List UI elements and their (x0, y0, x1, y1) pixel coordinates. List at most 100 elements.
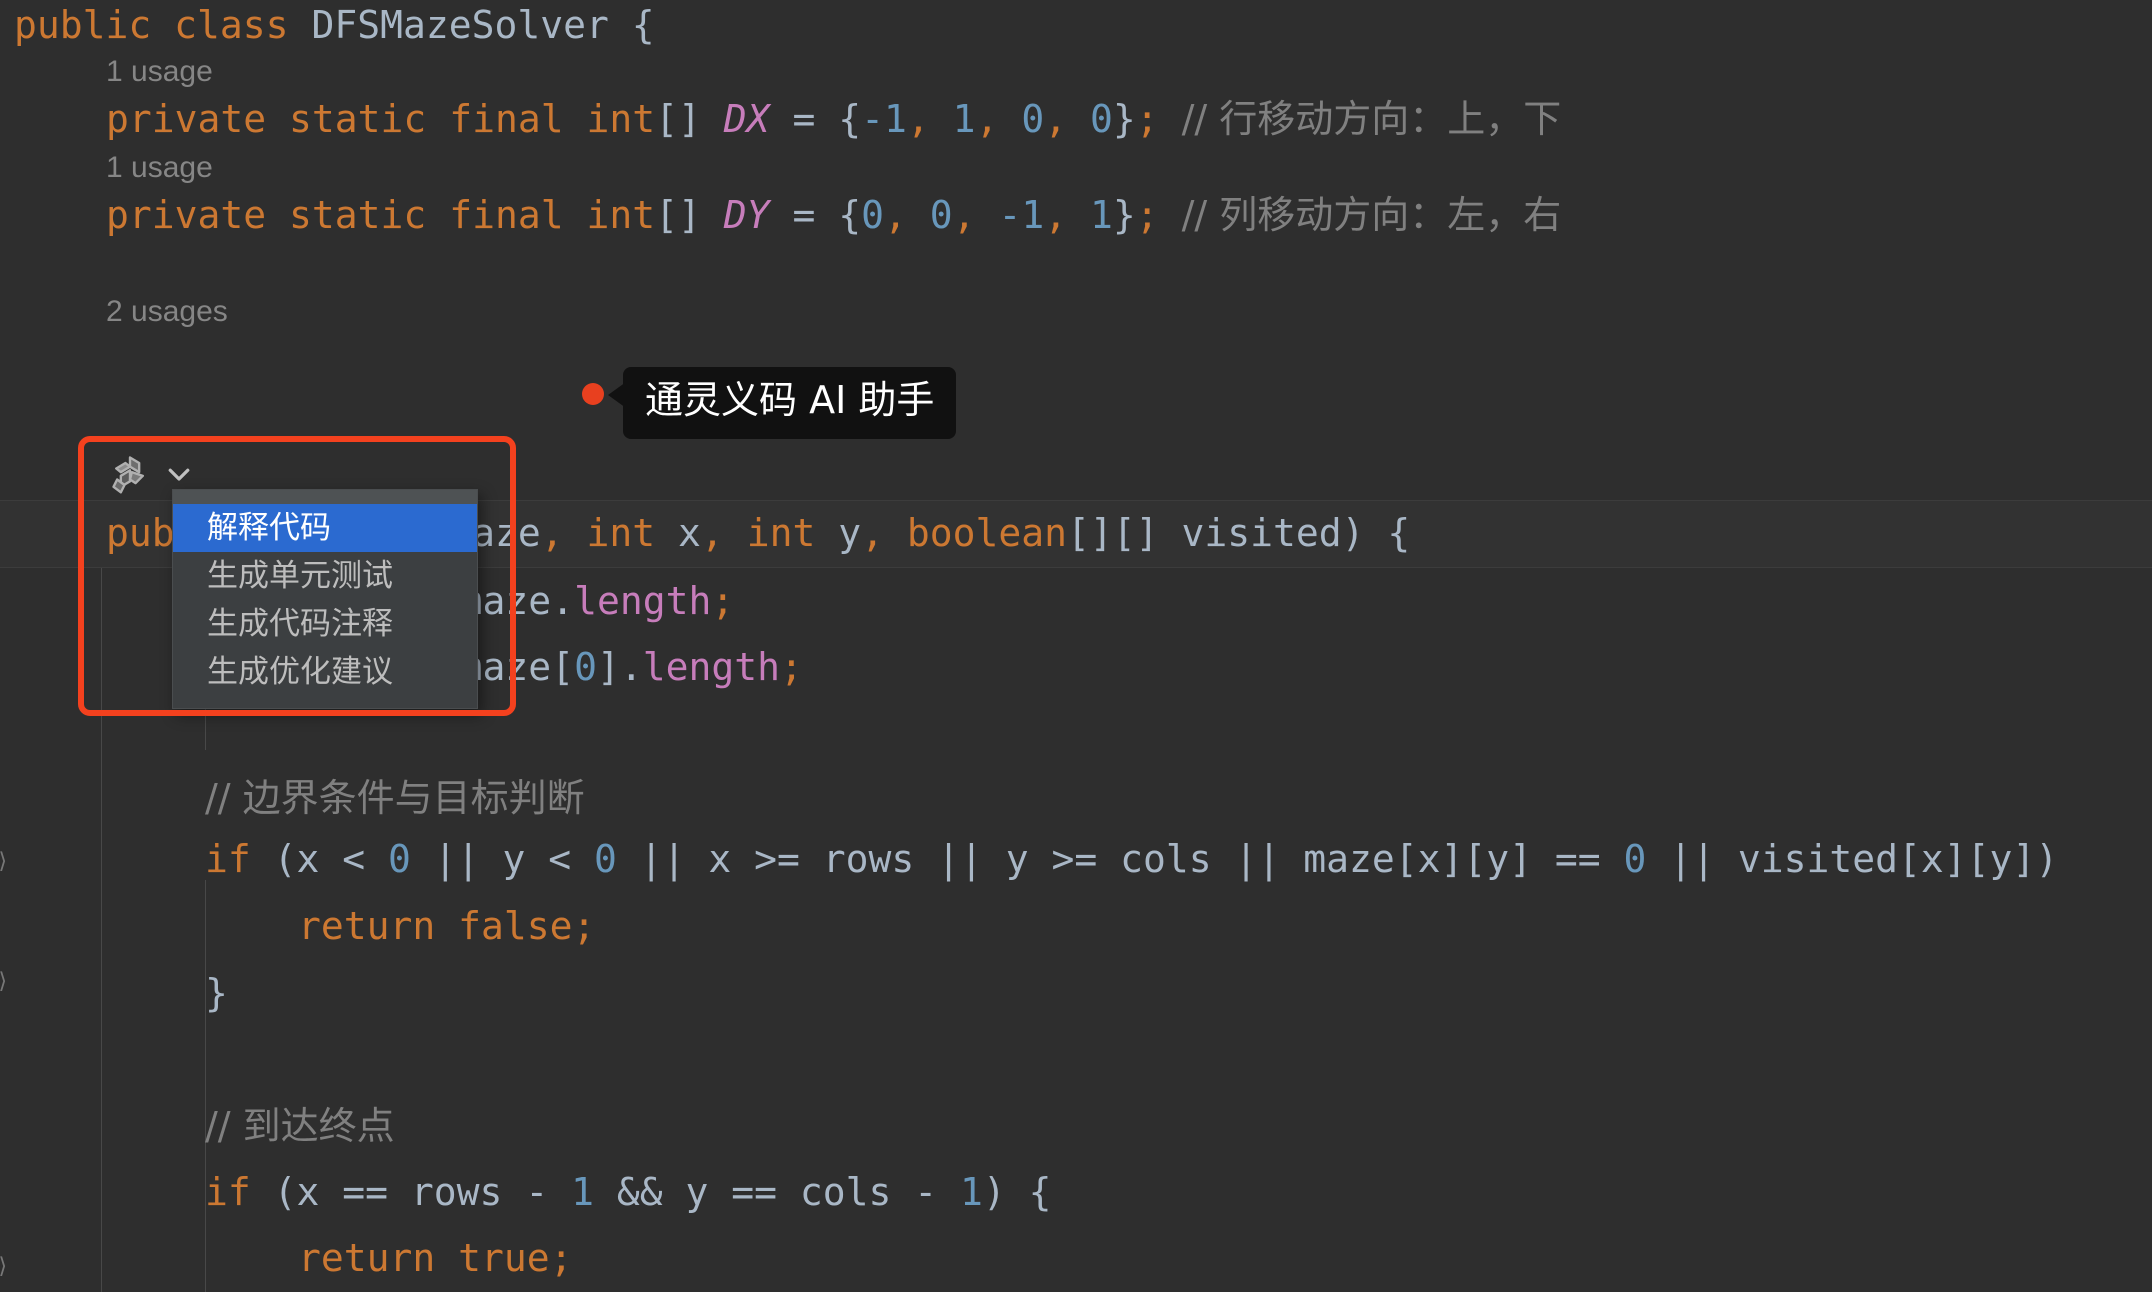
token-semicolon: ; (549, 1236, 573, 1280)
token-bracket-close: ] (596, 645, 620, 689)
token-type-int-array: int[] (586, 97, 701, 141)
token-cond-goal-b: && y == cols - (593, 1170, 961, 1214)
token-literal-false: false (458, 904, 573, 948)
token-prop-length: length (642, 645, 781, 689)
token-brace-open: { (631, 3, 655, 47)
token-comma: , (700, 511, 724, 555)
token-cond-d: || visited[x][y]) (1646, 837, 2059, 881)
ide-editor-screenshot: ⟩ ⟩ ⟩ ⟩ public class DFSMazeSolver { 1 u… (0, 0, 2152, 1292)
token-cond-a: (x < (273, 837, 389, 881)
menu-item-explain-code[interactable]: 解释代码 (173, 504, 477, 552)
token-class-name: DFSMazeSolver (311, 3, 609, 47)
token-num-zero: 0 (1623, 837, 1647, 881)
code-line-11[interactable]: // 到达终点 (0, 1093, 2152, 1159)
token-comma: , (861, 511, 884, 555)
token-paren-close: ) (1341, 511, 1365, 555)
token-equals: = (792, 97, 816, 141)
menu-item-generate-unit-test[interactable]: 生成单元测试 (173, 552, 477, 600)
token-keyword-class: class (174, 3, 289, 47)
menu-item-generate-code-comment[interactable]: 生成代码注释 (173, 600, 477, 648)
code-line-9[interactable]: return false; (0, 893, 2152, 959)
token-field-dy: DY (723, 193, 770, 237)
token-param-type-boolean: boolean (906, 511, 1068, 555)
token-semicolon: ; (1135, 97, 1159, 141)
code-line-3[interactable]: private static final int[] DY = {0, 0, -… (0, 182, 2152, 248)
token-index-zero: 0 (574, 645, 597, 689)
token-type-int-array: int[] (586, 193, 701, 237)
token-semicolon: ; (780, 645, 803, 689)
token-keyword-return: return (298, 904, 436, 948)
token-num-one: 1 (571, 1170, 594, 1214)
token-num-one: 1 (960, 1170, 983, 1214)
usage-hint-3[interactable]: 2 usages (0, 290, 2152, 334)
token-keyword-if: if (205, 1170, 251, 1214)
token-comma: , (540, 511, 564, 555)
code-line-12[interactable]: if (x == rows - 1 && y == cols - 1) { (0, 1159, 2152, 1225)
token-num-zero: 0 (388, 837, 411, 881)
token-keyword-private: private (106, 97, 267, 141)
dropdown-top-strip (173, 490, 477, 504)
token-comment-dy: // 列移动方向：左，右 (1181, 193, 1562, 237)
token-comment-dx: // 行移动方向：上，下 (1181, 97, 1562, 141)
token-keyword-static: static (289, 193, 427, 237)
token-field-dx: DX (723, 97, 770, 141)
token-dy-initializer: {0, 0, -1, 1} (838, 193, 1136, 237)
token-dx-initializer: {-1, 1, 0, 0} (838, 97, 1136, 141)
token-dot: . (619, 645, 643, 689)
token-method-pub-fragment: pub (106, 511, 175, 555)
tongyi-lingma-logo-icon[interactable] (108, 452, 152, 496)
token-dot: . (551, 579, 575, 623)
menu-item-generate-optimization-advice[interactable]: 生成优化建议 (173, 648, 477, 696)
token-keyword-return: return (298, 1236, 436, 1280)
token-literal-true: true (458, 1236, 550, 1280)
code-line-10[interactable]: } (0, 960, 2152, 1026)
token-param-visited: visited (1181, 511, 1342, 555)
token-equals: = (792, 193, 816, 237)
token-num-zero: 0 (593, 837, 617, 881)
token-keyword-if: if (205, 837, 251, 881)
code-line-2[interactable]: private static final int[] DX = {-1, 1, … (0, 86, 2152, 152)
token-keyword-static: static (289, 97, 427, 141)
token-semicolon: ; (711, 579, 735, 623)
chevron-down-icon[interactable] (164, 459, 194, 489)
code-line-8[interactable]: if (x < 0 || y < 0 || x >= rows || y >= … (0, 826, 2152, 892)
code-line-13[interactable]: return true; (0, 1225, 2152, 1291)
token-bracket-open: [ (551, 645, 575, 689)
chevron-down-svg (168, 468, 190, 481)
token-cond-b: || y < (410, 837, 594, 881)
callout-tooltip: 通灵义码 AI 助手 (623, 367, 957, 439)
token-keyword-final: final (449, 193, 564, 237)
callout-anchor-dot (582, 383, 604, 405)
token-keyword-public: public (14, 3, 152, 47)
token-prop-length: length (574, 579, 712, 623)
token-cond-goal-c: ) { (982, 1170, 1052, 1214)
code-line-7[interactable]: // 边界条件与目标判断 (0, 765, 2152, 831)
token-cond-goal-a: (x == rows - (273, 1170, 572, 1214)
tongyi-lingma-logo-svg (112, 456, 145, 494)
token-semicolon: ; (1135, 193, 1159, 237)
token-semicolon: ; (572, 904, 596, 948)
ai-actions-dropdown[interactable]: 解释代码 生成单元测试 生成代码注释 生成优化建议 (172, 489, 478, 709)
